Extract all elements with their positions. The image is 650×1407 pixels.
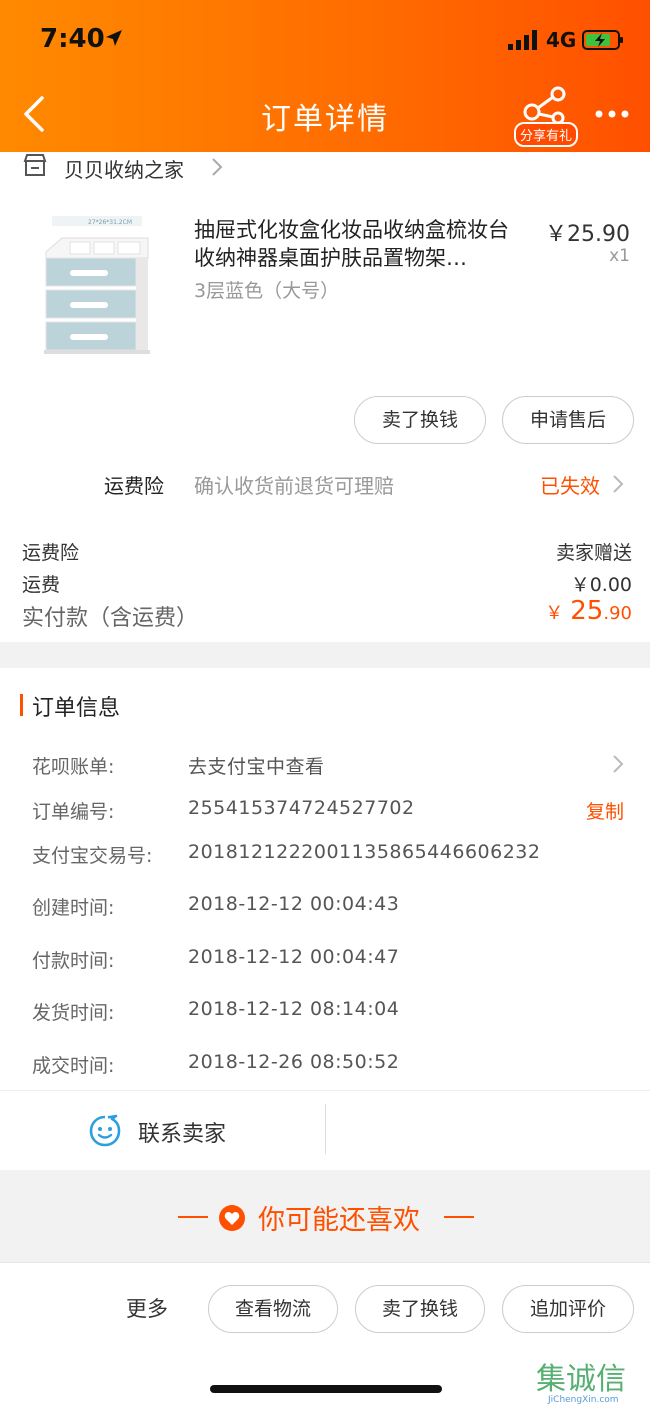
heart-icon [219,1205,245,1231]
watermark-text: 集诚信 [536,1362,626,1397]
app-header: 7:40 4G 订单详情 分享有礼 [0,0,650,152]
shop-name: 贝贝收纳之家 [64,158,184,182]
contact-seller-button[interactable]: 联系卖家 [88,1108,288,1156]
recommend-section: 你可能还喜欢 [0,1174,650,1264]
thumbnail-caption: 27*26*31.2CM [88,219,132,226]
info-label: 付款时间: [32,950,115,972]
shipping-insurance-desc: 确认收货前退货可理赔 [194,474,394,498]
divider-vertical [325,1104,326,1154]
recommend-title: 你可能还喜欢 [258,1205,420,1236]
info-value: 255415374724527702 [188,797,415,819]
watermark-logo: 集诚信 JiChengXin.com [536,1362,626,1405]
info-label: 成交时间: [32,1055,115,1077]
status-bar: 7:40 4G [0,0,650,80]
total-paid-row: 实付款（含运费） ￥ 25.90 [22,596,632,632]
shop-row[interactable]: 贝贝收纳之家 [0,152,650,182]
total-label: 实付款（含运费） [22,606,199,631]
total-amount: ￥ 25.90 [545,596,632,626]
fee-label: 运费险 [22,542,80,564]
product-quantity: x1 [609,246,630,266]
contact-seller-label: 联系卖家 [138,1122,227,1147]
bottom-action-bar: 更多 查看物流 卖了换钱 追加评价 集诚信 JiChengXin.com [0,1262,650,1407]
product-title[interactable]: 抽屉式化妆盒化妆品收纳盒梳妆台收纳神器桌面护肤品置物架… [194,216,524,272]
fee-label: 运费 [22,574,61,596]
more-options-icon[interactable] [594,102,630,126]
product-thumbnail[interactable]: 27*26*31.2CM [22,212,172,362]
sell-for-cash-button[interactable]: 卖了换钱 [355,1285,485,1333]
order-info-title: 订单信息 [32,696,121,721]
shipping-insurance-label: 运费险 [104,474,164,498]
product-card: 27*26*31.2CM 抽屉式化妆盒化妆品收纳盒梳妆台收纳神器桌面护肤品置物架… [0,182,650,642]
shipping-insurance-status[interactable]: 已失效 [540,470,600,499]
product-variant: 3层蓝色（大号） [194,280,340,302]
add-review-button[interactable]: 追加评价 [502,1285,634,1333]
info-label: 创建时间: [32,897,115,919]
shop-icon [23,154,47,176]
info-value: 2018121222001135865446606232 [188,841,541,863]
order-info-card: 订单信息 花呗账单: 去支付宝中查看 订单编号: 255415374724527… [0,668,650,1170]
section-accent-bar [20,694,23,716]
fee-row-insurance: 运费险 卖家赠送 [22,538,632,565]
share-icon [523,86,566,124]
copy-button[interactable]: 复制 [586,797,624,824]
info-label: 支付宝交易号: [32,845,153,867]
info-value: 2018-12-12 08:14:04 [188,998,400,1020]
product-price: ￥25.90 [545,222,630,247]
watermark-subtext: JiChengXin.com [547,1395,619,1405]
battery-icon [582,30,623,50]
info-value: 2018-12-12 00:04:43 [188,893,400,915]
chevron-right-icon[interactable] [612,474,624,494]
location-arrow-icon [106,30,122,46]
info-label: 订单编号: [32,801,115,823]
view-logistics-button[interactable]: 查看物流 [208,1285,338,1333]
info-label: 发货时间: [32,1002,115,1024]
share-label: 分享有礼 [514,122,579,147]
fee-value: 卖家赠送 [555,542,632,564]
info-value: 去支付宝中查看 [188,756,325,778]
share-button[interactable]: 分享有礼 [512,86,579,147]
total-integer: 25 [570,596,604,626]
total-currency: ￥ [545,603,564,624]
info-value: 2018-12-12 00:04:47 [188,946,400,968]
info-value: 2018-12-26 08:50:52 [188,1051,400,1073]
info-label: 花呗账单: [32,756,115,778]
decor-line [178,1216,208,1218]
chevron-right-icon [212,158,223,176]
fee-row-shipping: 运费 ￥0.00 [22,570,632,597]
sell-for-cash-button[interactable]: 卖了换钱 [354,396,486,444]
after-sale-button[interactable]: 申请售后 [502,396,634,444]
home-indicator [210,1385,442,1393]
status-time: 7:40 [40,24,105,54]
chevron-right-icon [613,755,624,773]
more-button[interactable]: 更多 [126,1293,168,1323]
fee-value: ￥0.00 [570,574,632,596]
divider [0,1090,650,1091]
signal-icon [508,30,537,50]
total-decimal: .90 [603,603,632,624]
decor-line [444,1216,474,1218]
chat-bubble-icon [89,1114,121,1147]
network-type: 4G [546,28,577,52]
